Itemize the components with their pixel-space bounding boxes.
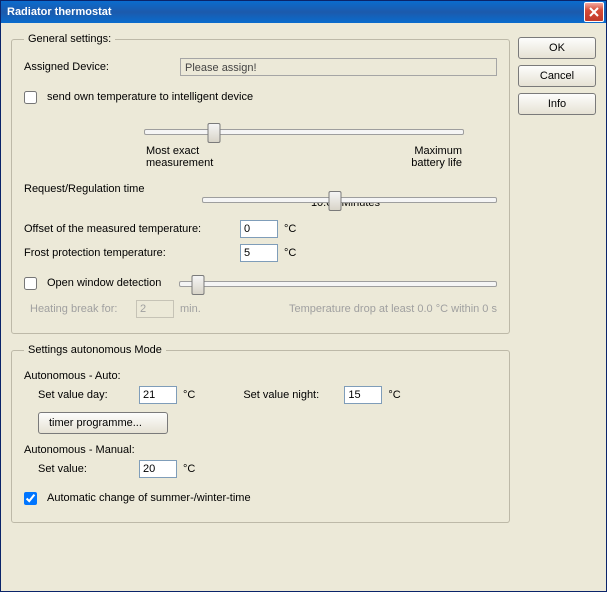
ok-button[interactable]: OK <box>518 37 596 59</box>
slider-thumb[interactable] <box>328 191 341 211</box>
close-icon <box>589 7 599 17</box>
timer-programme-button[interactable]: timer programme... <box>38 412 168 434</box>
cancel-button[interactable]: Cancel <box>518 65 596 87</box>
slider-thumb[interactable] <box>192 275 205 295</box>
offset-unit: °C <box>284 223 296 235</box>
general-legend: General settings: <box>24 33 115 45</box>
temp-drop-label: Temperature drop at least 0.0 °C within … <box>289 303 497 315</box>
frost-label: Frost protection temperature: <box>24 247 234 259</box>
slider-thumb[interactable] <box>208 123 221 143</box>
slider-left-label: Most exact measurement <box>146 145 213 169</box>
auto-manual-title: Autonomous - Manual: <box>24 444 497 456</box>
assigned-device-label: Assigned Device: <box>24 61 174 73</box>
titlebar: Radiator thermostat <box>1 1 606 23</box>
window: Radiator thermostat General settings: As… <box>0 0 607 592</box>
set-value-label: Set value: <box>38 463 133 475</box>
general-settings-group: General settings: Assigned Device: Pleas… <box>11 33 510 334</box>
slider-right-label: Maximum battery life <box>411 145 462 169</box>
set-night-label: Set value night: <box>243 389 338 401</box>
send-own-temp-label[interactable]: send own temperature to intelligent devi… <box>47 91 253 103</box>
heating-break-label: Heating break for: <box>30 303 130 315</box>
regulation-time-label: Request/Regulation time <box>24 183 194 195</box>
set-night-input[interactable] <box>344 386 382 404</box>
set-value-input[interactable] <box>139 460 177 478</box>
close-button[interactable] <box>584 2 604 22</box>
set-day-unit: °C <box>183 389 195 401</box>
frost-unit: °C <box>284 247 296 259</box>
heating-break-input <box>136 300 174 318</box>
window-title: Radiator thermostat <box>7 6 112 18</box>
open-window-checkbox[interactable] <box>24 277 37 290</box>
offset-label: Offset of the measured temperature: <box>24 223 234 235</box>
frost-input[interactable] <box>240 244 278 262</box>
send-own-temp-checkbox[interactable] <box>24 91 37 104</box>
open-window-slider[interactable] <box>179 273 497 293</box>
summer-winter-checkbox[interactable] <box>24 492 37 505</box>
set-value-unit: °C <box>183 463 195 475</box>
set-day-label: Set value day: <box>38 389 133 401</box>
open-window-label[interactable]: Open window detection <box>47 277 161 289</box>
set-night-unit: °C <box>388 389 400 401</box>
battery-precision-slider[interactable] <box>144 121 464 141</box>
autonomous-mode-group: Settings autonomous Mode Autonomous - Au… <box>11 344 510 523</box>
offset-input[interactable] <box>240 220 278 238</box>
autonomous-legend: Settings autonomous Mode <box>24 344 166 356</box>
summer-winter-label[interactable]: Automatic change of summer-/winter-time <box>47 492 251 504</box>
info-button[interactable]: Info <box>518 93 596 115</box>
heating-break-unit: min. <box>180 303 201 315</box>
assigned-device-field[interactable]: Please assign! <box>180 58 497 76</box>
auto-auto-title: Autonomous - Auto: <box>24 370 497 382</box>
set-day-input[interactable] <box>139 386 177 404</box>
client-area: General settings: Assigned Device: Pleas… <box>1 23 606 591</box>
